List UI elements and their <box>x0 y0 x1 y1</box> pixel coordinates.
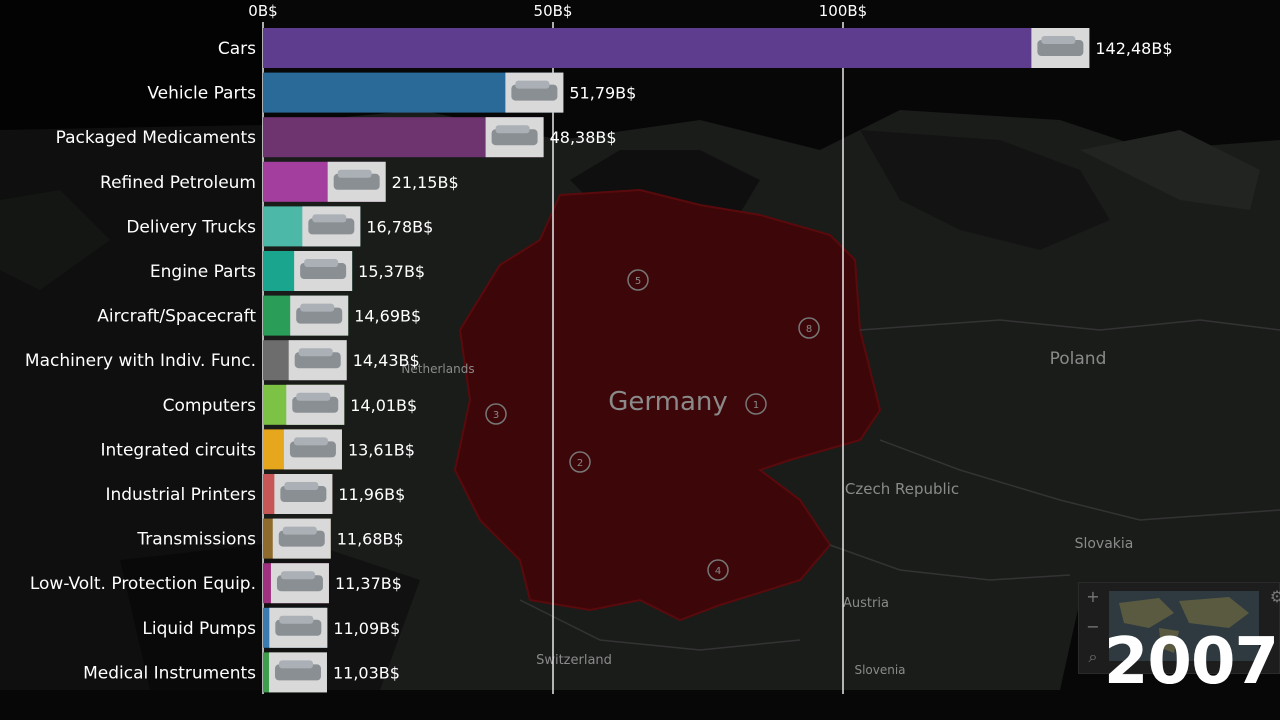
value-label: 14,01B$ <box>350 396 417 415</box>
category-label: Industrial Printers <box>105 485 256 505</box>
x-tick-label: 0B$ <box>248 2 277 20</box>
medicaments-photo-icon <box>485 117 544 158</box>
value-label: 142,48B$ <box>1095 39 1172 58</box>
circuit-photo-icon <box>283 429 342 470</box>
value-label: 51,79B$ <box>569 84 636 103</box>
transmission-photo-icon <box>272 518 331 559</box>
category-label: Packaged Medicaments <box>56 128 257 148</box>
year-label: 2007 <box>1103 625 1279 699</box>
value-label: 11,96B$ <box>338 485 405 504</box>
category-label: Delivery Trucks <box>126 217 256 237</box>
category-label: Engine Parts <box>150 262 256 282</box>
category-label: Low-Volt. Protection Equip. <box>30 574 256 594</box>
machinery-photo-icon <box>288 340 347 381</box>
bar-chart: 142,48B$ Cars 51,79B$ Vehicle Parts 48,38B$ P… <box>0 0 1173 694</box>
category-label: Aircraft/Spacecraft <box>97 307 256 327</box>
vehicle-parts-photo-icon <box>505 72 564 113</box>
value-label: 11,03B$ <box>333 663 400 682</box>
value-label: 21,15B$ <box>392 173 459 192</box>
x-tick-label: 100B$ <box>819 2 867 20</box>
category-label: Liquid Pumps <box>142 619 256 639</box>
protection-equip-photo-icon <box>270 563 329 604</box>
value-label: 11,09B$ <box>333 619 400 638</box>
value-label: 11,68B$ <box>337 530 404 549</box>
x-tick-label: 50B$ <box>534 2 573 20</box>
value-label: 15,37B$ <box>358 262 425 281</box>
aircraft-photo-icon <box>290 295 349 336</box>
category-label: Computers <box>163 396 257 416</box>
engine-parts-photo-icon <box>294 251 353 291</box>
truck-photo-icon <box>302 206 361 247</box>
category-label: Cars <box>218 39 256 59</box>
value-label: 13,61B$ <box>348 440 415 459</box>
category-label: Refined Petroleum <box>100 173 256 193</box>
value-label: 14,69B$ <box>354 307 421 326</box>
bar <box>263 28 1090 68</box>
oil-barrels-photo-icon <box>327 161 386 202</box>
category-label: Vehicle Parts <box>147 84 256 104</box>
category-label: Integrated circuits <box>101 440 257 460</box>
instruments-photo-icon <box>268 652 327 693</box>
value-label: 14,43B$ <box>353 351 420 370</box>
pump-photo-icon <box>269 607 328 648</box>
car-photo-icon <box>1031 28 1090 68</box>
laptop-photo-icon <box>286 384 345 425</box>
category-label: Medical Instruments <box>83 663 256 683</box>
category-label: Machinery with Indiv. Func. <box>25 351 256 371</box>
value-label: 16,78B$ <box>366 217 433 236</box>
printer-photo-icon <box>274 474 333 514</box>
category-label: Transmissions <box>136 530 256 550</box>
value-label: 48,38B$ <box>550 128 617 147</box>
value-label: 11,37B$ <box>335 574 402 593</box>
bar-row: 142,48B$ Cars <box>218 28 1173 68</box>
